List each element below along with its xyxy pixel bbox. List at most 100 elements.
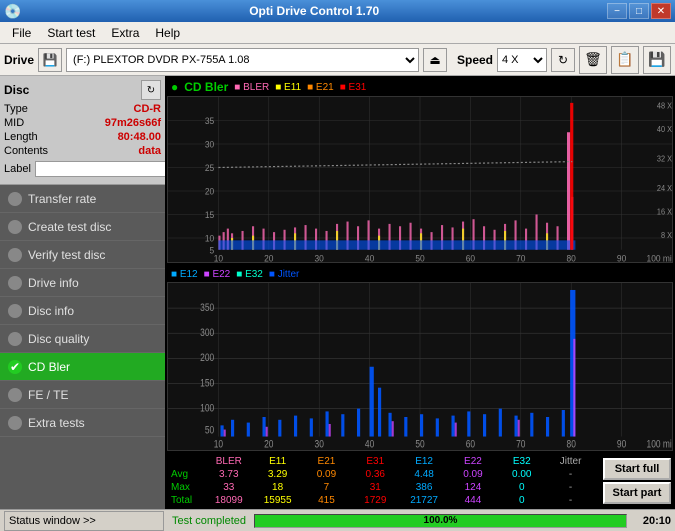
drive-select[interactable]: (F:) PLEXTOR DVDR PX-755A 1.08: [66, 48, 419, 72]
row-max-label: Max: [169, 481, 204, 494]
nav-dot-transfer: [8, 192, 22, 206]
sidebar-item-transfer-rate[interactable]: Transfer rate: [0, 185, 165, 213]
nav-dot-fe-te: [8, 388, 22, 402]
bottom-row: BLER E11 E21 E31 E12 E22 E32 Jitter Avg …: [165, 453, 675, 509]
row-avg-e22: 0.09: [449, 468, 498, 481]
status-window-button[interactable]: Status window >>: [4, 511, 164, 531]
svg-text:70: 70: [516, 253, 525, 261]
sidebar-label-create-test-disc: Create test disc: [28, 220, 111, 234]
status-window-label: Status window >>: [9, 515, 96, 527]
app-title: Opti Drive Control 1.70: [21, 4, 607, 18]
menu-help[interactable]: Help: [147, 24, 188, 42]
app-icon: 💿: [4, 3, 21, 20]
chart1-title: CD Bler: [184, 80, 228, 94]
minimize-button[interactable]: −: [607, 3, 627, 19]
sidebar-item-disc-info[interactable]: Disc info: [0, 297, 165, 325]
progress-text: 100.0%: [255, 515, 626, 527]
start-full-button[interactable]: Start full: [603, 458, 671, 480]
length-label: Length: [4, 131, 38, 143]
nav-dot-extra-tests: [8, 416, 22, 430]
type-value: CD-R: [134, 103, 162, 115]
row-total-e12: 21727: [400, 494, 449, 507]
svg-text:60: 60: [466, 438, 476, 450]
sidebar-item-drive-info[interactable]: Drive info: [0, 269, 165, 297]
sidebar-item-fe-te[interactable]: FE / TE: [0, 381, 165, 409]
svg-text:50: 50: [415, 253, 424, 261]
refresh-button[interactable]: ↻: [551, 48, 575, 72]
row-total-e11: 15955: [253, 494, 302, 507]
table-row-max: Max 33 18 7 31 386 124 0 -: [169, 481, 595, 494]
drive-bar: Drive 💾 (F:) PLEXTOR DVDR PX-755A 1.08 ⏏…: [0, 44, 675, 76]
maximize-button[interactable]: □: [629, 3, 649, 19]
row-max-jitter: -: [546, 481, 595, 494]
sidebar-label-verify-test-disc: Verify test disc: [28, 248, 105, 262]
speed-select[interactable]: 4 X 1 X 2 X 8 X 16 X: [497, 48, 547, 72]
svg-text:8 X: 8 X: [661, 231, 672, 240]
copy-button[interactable]: 📋: [611, 46, 639, 74]
drive-icon-btn[interactable]: 💾: [38, 48, 62, 72]
eject-button[interactable]: ⏏: [423, 48, 447, 72]
col-e31: E31: [351, 455, 400, 468]
sidebar-item-disc-quality[interactable]: Disc quality: [0, 325, 165, 353]
legend2-jitter: ■ Jitter: [269, 269, 300, 280]
row-avg-bler: 3.73: [204, 468, 253, 481]
row-max-e22: 124: [449, 481, 498, 494]
contents-value: data: [138, 145, 161, 157]
legend2-e12: ■ E12: [171, 269, 198, 280]
col-jitter: Jitter: [546, 455, 595, 468]
svg-text:15: 15: [205, 210, 214, 221]
label-input[interactable]: [35, 161, 169, 177]
col-e11: E11: [253, 455, 302, 468]
svg-text:16 X: 16 X: [657, 207, 672, 216]
sidebar-item-verify-test-disc[interactable]: Verify test disc: [0, 241, 165, 269]
svg-text:90: 90: [617, 438, 627, 450]
status-text: Test completed: [172, 515, 246, 527]
chart2-header: ■ E12 ■ E22 ■ E32 ■ Jitter: [167, 267, 673, 282]
menu-file[interactable]: File: [4, 24, 39, 42]
menu-start-test[interactable]: Start test: [39, 24, 103, 42]
table-row-total: Total 18099 15955 415 1729 21727 444 0 -: [169, 494, 595, 507]
eraser-button[interactable]: 🗑: [579, 46, 607, 74]
svg-text:60: 60: [466, 253, 475, 261]
nav-dot-drive-info: [8, 276, 22, 290]
save-button[interactable]: 💾: [643, 46, 671, 74]
svg-text:150: 150: [200, 377, 214, 389]
sidebar-item-extra-tests[interactable]: Extra tests: [0, 409, 165, 437]
close-button[interactable]: ✕: [651, 3, 671, 19]
col-bler: BLER: [204, 455, 253, 468]
row-max-e32: 0: [497, 481, 546, 494]
disc-refresh-btn[interactable]: ↻: [141, 80, 161, 100]
menu-extra[interactable]: Extra: [103, 24, 147, 42]
sidebar-item-cd-bler[interactable]: ✔ CD Bler: [0, 353, 165, 381]
label-label: Label: [4, 163, 31, 175]
svg-text:100: 100: [200, 402, 214, 414]
svg-text:10: 10: [214, 253, 223, 261]
row-avg-e21: 0.09: [302, 468, 351, 481]
col-label: [169, 461, 204, 463]
svg-text:70: 70: [516, 438, 526, 450]
svg-text:100 min: 100 min: [647, 438, 672, 450]
svg-text:24 X: 24 X: [657, 184, 672, 193]
table-row-avg: Avg 3.73 3.29 0.09 0.36 4.48 0.09 0.00 -: [169, 468, 595, 481]
svg-text:80: 80: [567, 253, 576, 261]
speed-label: Speed: [457, 53, 493, 67]
row-max-e21: 7: [302, 481, 351, 494]
legend-e21: ■ E21: [307, 82, 334, 93]
sidebar-label-disc-info: Disc info: [28, 304, 74, 318]
svg-text:30: 30: [315, 253, 324, 261]
start-part-button[interactable]: Start part: [603, 482, 671, 504]
svg-text:48 X: 48 X: [657, 101, 672, 110]
row-max-e11: 18: [253, 481, 302, 494]
svg-text:100 min: 100 min: [647, 253, 672, 261]
sidebar-item-create-test-disc[interactable]: Create test disc: [0, 213, 165, 241]
svg-text:40 X: 40 X: [657, 125, 672, 134]
row-max-e31: 31: [351, 481, 400, 494]
legend-e11: ■ E11: [275, 82, 301, 93]
mid-label: MID: [4, 117, 24, 129]
svg-text:35: 35: [205, 116, 214, 127]
legend-bler: ■ BLER: [234, 82, 269, 93]
row-total-e31: 1729: [351, 494, 400, 507]
row-total-bler: 18099: [204, 494, 253, 507]
svg-text:10: 10: [205, 233, 214, 244]
col-e12: E12: [400, 455, 449, 468]
